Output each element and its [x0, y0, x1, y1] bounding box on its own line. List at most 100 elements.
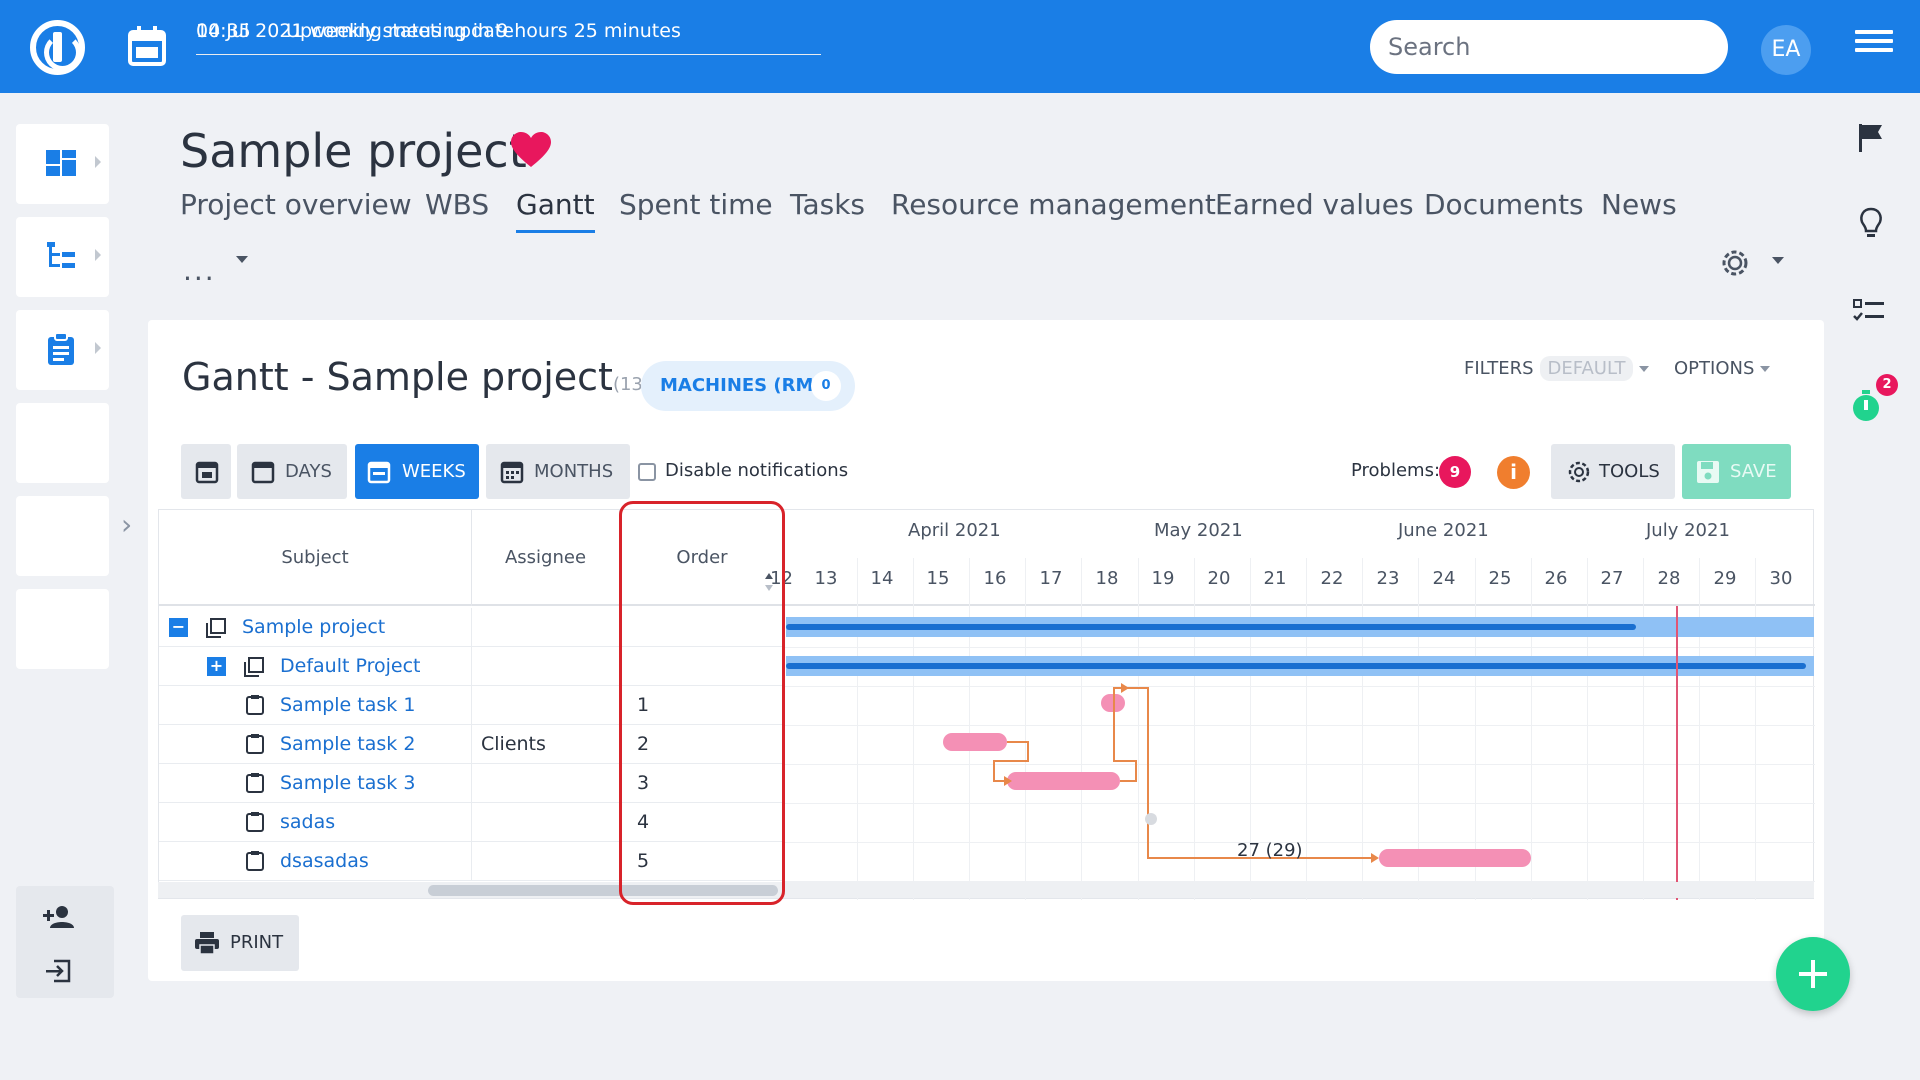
project-settings-gear-icon[interactable]: [1718, 246, 1752, 280]
project-icon: [206, 618, 226, 638]
more-tabs-button[interactable]: ...: [183, 254, 216, 287]
favorite-heart-icon[interactable]: [510, 131, 552, 169]
timer-button[interactable]: 2: [1852, 374, 1898, 470]
sidebar-empty-slot-3: [16, 589, 109, 669]
week-label: 21: [1263, 568, 1287, 589]
tab-project-overview[interactable]: Project overview: [180, 188, 412, 221]
save-floppy-icon: [1697, 461, 1719, 483]
sidebar-empty-slot-2: [16, 496, 109, 576]
hamburger-menu-icon[interactable]: [1855, 30, 1893, 60]
search-input[interactable]: Search: [1370, 20, 1728, 74]
week-label: 17: [1039, 568, 1063, 589]
month-label: April 2021: [908, 520, 1001, 541]
subject-link[interactable]: Sample project: [242, 608, 385, 646]
horizontal-scrollbar[interactable]: [158, 882, 1814, 898]
tab-tasks[interactable]: Tasks: [790, 188, 865, 221]
gantt-chart: Subject Assignee Order April 2021 May 20…: [158, 509, 1815, 900]
flag-button[interactable]: [1852, 118, 1896, 206]
settings-caret-icon[interactable]: [1772, 257, 1784, 264]
tree-structure-icon: [47, 242, 75, 268]
project-title: Sample project: [180, 124, 527, 178]
tab-documents[interactable]: Documents: [1424, 188, 1584, 221]
tools-button[interactable]: TOOLS: [1551, 444, 1675, 499]
subject-link[interactable]: sadas: [280, 803, 335, 841]
tab-spent-time[interactable]: Spent time: [619, 188, 773, 221]
week-label: 23: [1376, 568, 1400, 589]
months-button[interactable]: MONTHS: [486, 444, 630, 499]
meeting-date: 14 Jul 2021: [196, 20, 304, 42]
timeline-header: April 2021 May 2021 June 2021 July 2021 …: [770, 510, 1815, 606]
task-clipboard-icon: [246, 851, 264, 871]
days-button[interactable]: DAYS: [237, 444, 347, 499]
tab-news[interactable]: News: [1601, 188, 1677, 221]
week-label: 22: [1320, 568, 1344, 589]
weeks-button[interactable]: WEEKS: [355, 444, 479, 499]
week-label: 24: [1432, 568, 1456, 589]
assignee-cell: [472, 647, 620, 686]
meeting-title: weekly status update: [310, 20, 514, 42]
subject-link[interactable]: Sample task 1: [280, 686, 415, 724]
ideas-button[interactable]: [1852, 206, 1896, 294]
user-avatar[interactable]: EA: [1761, 25, 1811, 75]
tab-earned-values[interactable]: Earned values: [1215, 188, 1414, 221]
expand-icon[interactable]: +: [207, 657, 226, 676]
week-label: 29: [1713, 568, 1737, 589]
tab-resource-management[interactable]: Resource management: [891, 188, 1216, 221]
order-column-highlight: [619, 501, 785, 905]
sidebar-tasks-button[interactable]: [16, 310, 109, 390]
add-floating-button[interactable]: [1776, 937, 1850, 1011]
gantt-title: Gantt - Sample project(13): [182, 355, 650, 399]
subject-link[interactable]: Sample task 3: [280, 764, 415, 802]
clipboard-icon: [48, 332, 74, 365]
task-clipboard-icon: [246, 773, 264, 793]
info-icon[interactable]: i: [1497, 456, 1530, 489]
week-label: 16: [983, 568, 1007, 589]
week-label: 19: [1151, 568, 1175, 589]
app-logo-icon[interactable]: [30, 20, 85, 75]
add-user-icon[interactable]: [42, 904, 76, 930]
week-label: 18: [1095, 568, 1119, 589]
week-label: 30: [1769, 568, 1793, 589]
calendar-icon[interactable]: [128, 26, 166, 66]
filters-dropdown[interactable]: FILTERS DEFAULT: [1464, 356, 1650, 381]
lightbulb-icon: [1860, 207, 1882, 237]
today-button[interactable]: [181, 444, 231, 499]
month-label: May 2021: [1154, 520, 1243, 541]
subject-link[interactable]: dsasadas: [280, 842, 369, 880]
options-dropdown[interactable]: OPTIONS: [1674, 358, 1771, 379]
problems-count-badge[interactable]: 9: [1439, 456, 1471, 488]
checklist-button[interactable]: [1852, 294, 1896, 382]
collapse-icon[interactable]: −: [169, 618, 188, 637]
tab-gantt[interactable]: Gantt: [516, 188, 595, 233]
disable-notifications-label[interactable]: Disable notifications: [665, 460, 848, 481]
flag-icon: [1859, 124, 1882, 152]
print-button[interactable]: PRINT: [181, 915, 299, 971]
subject-link[interactable]: Default Project: [280, 647, 420, 685]
tab-wbs[interactable]: WBS: [425, 188, 489, 221]
calendar-weeks-icon: [367, 461, 391, 484]
week-label: 20: [1207, 568, 1231, 589]
subject-link[interactable]: Sample task 2: [280, 725, 415, 763]
calendar-days-icon: [251, 461, 275, 484]
login-icon[interactable]: [44, 958, 72, 984]
printer-icon: [195, 932, 219, 955]
assignee-cell: [472, 686, 620, 725]
sidebar-structure-button[interactable]: [16, 217, 109, 297]
save-button[interactable]: SAVE: [1682, 444, 1791, 499]
problems-label[interactable]: Problems:: [1351, 460, 1440, 481]
column-header-assignee[interactable]: Assignee: [472, 510, 620, 606]
week-label: 25: [1488, 568, 1512, 589]
sidebar-dashboard-button[interactable]: [16, 124, 109, 204]
month-label: June 2021: [1398, 520, 1489, 541]
column-header-subject[interactable]: Subject: [159, 510, 472, 606]
disable-notifications-checkbox[interactable]: [638, 463, 656, 481]
machines-count-badge: 0: [811, 371, 841, 401]
machines-rm-button[interactable]: MACHINES (RM) 0: [641, 361, 855, 411]
week-label: 27: [1600, 568, 1624, 589]
week-label: 26: [1544, 568, 1568, 589]
week-label: 28: [1657, 568, 1681, 589]
left-sidebar: [16, 124, 109, 682]
project-icon: [244, 657, 264, 677]
sidebar-expand-chevron-icon[interactable]: ›: [121, 508, 132, 541]
more-tabs-caret-icon[interactable]: [236, 256, 248, 263]
